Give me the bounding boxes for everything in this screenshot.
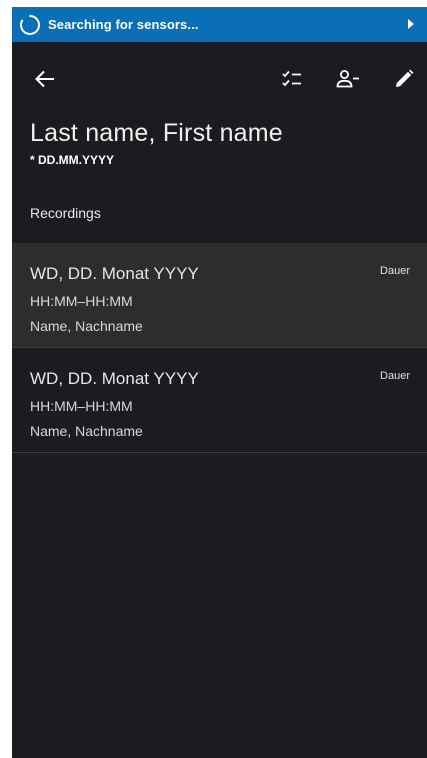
checklist-button[interactable] [274,63,310,99]
toolbar [12,42,427,120]
sensor-status-text: Searching for sensors... [48,17,199,32]
app-screen: Searching for sensors... Last name, Firs… [12,7,427,758]
remove-person-button[interactable] [330,63,366,99]
sensor-status-bar[interactable]: Searching for sensors... [12,7,427,42]
arrow-back-icon [34,68,56,95]
recordings-list: WD, DD. Monat YYYY HH:MM–HH:MM Name, Nac… [12,243,427,453]
recording-time: HH:MM–HH:MM [30,398,133,414]
recording-date: WD, DD. Monat YYYY [30,264,199,283]
back-button[interactable] [27,63,63,99]
patient-name: Last name, First name [30,119,283,147]
edit-button[interactable] [386,63,422,99]
recording-duration: Dauer [380,265,410,277]
recording-time: HH:MM–HH:MM [30,293,133,309]
recording-item[interactable]: WD, DD. Monat YYYY HH:MM–HH:MM Name, Nac… [12,243,427,348]
person-remove-icon [336,68,360,95]
recording-person: Name, Nachname [30,423,143,439]
spinner-icon [19,14,41,36]
recordings-header: Recordings [30,205,101,221]
recording-duration: Dauer [380,370,410,382]
chevron-right-icon[interactable] [405,18,417,30]
recording-date: WD, DD. Monat YYYY [30,369,199,388]
recording-person: Name, Nachname [30,318,143,334]
patient-birth-date: * DD.MM.YYYY [30,153,115,167]
checklist-icon [281,68,303,95]
pencil-icon [393,68,415,95]
recording-item[interactable]: WD, DD. Monat YYYY HH:MM–HH:MM Name, Nac… [12,348,427,453]
